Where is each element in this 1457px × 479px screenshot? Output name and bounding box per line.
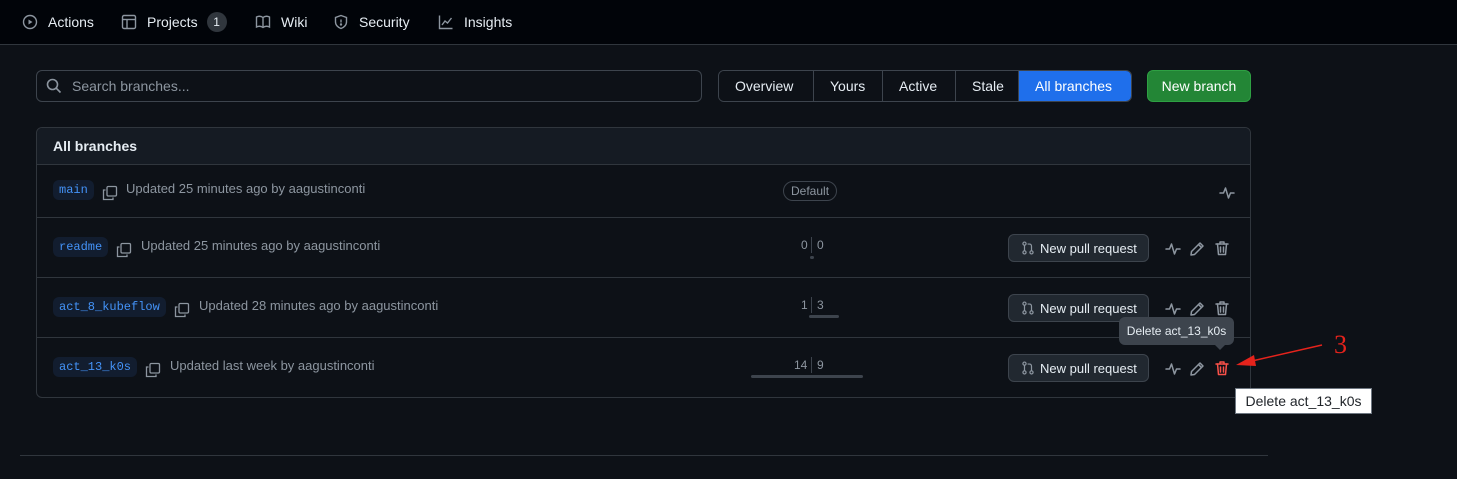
table-title: All branches bbox=[37, 128, 1250, 165]
table-row: readme Updated 25 minutes ago by aagusti… bbox=[37, 218, 1250, 278]
behind-count: 0 bbox=[801, 238, 808, 252]
nav-security[interactable]: Security bbox=[333, 11, 410, 33]
delete-branch-tooltip: Delete act_13_k0s bbox=[1119, 317, 1234, 350]
annotation-label: Delete act_13_k0s bbox=[1235, 388, 1372, 414]
ahead-behind-divider bbox=[811, 297, 812, 313]
nav-insights-label: Insights bbox=[464, 14, 513, 30]
table-row: act_13_k0s Updated last week by aagustin… bbox=[37, 338, 1250, 397]
branch-updated: Updated last week by aagustinconti bbox=[170, 358, 375, 373]
nav-security-label: Security bbox=[359, 14, 410, 30]
behind-count: 14 bbox=[794, 358, 808, 372]
table-row: main Updated 25 minutes ago by aagustinc… bbox=[37, 165, 1250, 218]
new-pull-request-label: New pull request bbox=[1040, 240, 1137, 256]
ahead-behind-bar bbox=[809, 315, 839, 318]
default-badge: Default bbox=[783, 181, 838, 201]
ahead-behind-bar bbox=[810, 256, 814, 259]
shield-icon bbox=[334, 14, 348, 30]
nav-projects[interactable]: Projects 1 bbox=[121, 11, 227, 33]
pencil-icon[interactable] bbox=[1189, 361, 1205, 377]
trash-icon[interactable] bbox=[1214, 240, 1230, 256]
nav-insights[interactable]: Insights bbox=[438, 11, 512, 33]
branch-filter-tabs: Overview Yours Active Stale All branches bbox=[718, 70, 1132, 102]
pulse-icon[interactable] bbox=[1165, 241, 1181, 257]
ahead-count: 9 bbox=[817, 358, 824, 372]
new-pull-request-label: New pull request bbox=[1040, 360, 1137, 376]
pulse-icon[interactable] bbox=[1219, 185, 1235, 201]
nav-wiki[interactable]: Wiki bbox=[255, 11, 307, 33]
table-row: act_8_kubeflow Updated 28 minutes ago by… bbox=[37, 278, 1250, 338]
nav-wiki-label: Wiki bbox=[281, 14, 308, 30]
behind-count: 1 bbox=[801, 298, 808, 312]
nav-actions-label: Actions bbox=[48, 14, 94, 30]
copy-icon[interactable] bbox=[116, 242, 132, 258]
tab-yours[interactable]: Yours bbox=[814, 71, 883, 101]
repo-nav: Actions Projects 1 Wiki Security Insight… bbox=[0, 0, 1457, 45]
ahead-count: 0 bbox=[817, 238, 824, 252]
tab-all-branches[interactable]: All branches bbox=[1019, 71, 1131, 101]
copy-icon[interactable] bbox=[102, 185, 118, 201]
ahead-behind-divider bbox=[811, 357, 812, 373]
branch-name-link[interactable]: act_8_kubeflow bbox=[53, 297, 166, 317]
git-pull-request-icon bbox=[1022, 241, 1034, 255]
graph-icon bbox=[438, 15, 453, 30]
ahead-count: 3 bbox=[817, 298, 824, 312]
play-icon bbox=[22, 14, 38, 30]
new-pull-request-label: New pull request bbox=[1040, 300, 1137, 316]
tab-active[interactable]: Active bbox=[883, 71, 956, 101]
new-pull-request-button[interactable]: New pull request bbox=[1008, 234, 1149, 262]
branches-table: All branches main Updated 25 minutes ago… bbox=[36, 127, 1251, 398]
branch-updated: Updated 28 minutes ago by aagustinconti bbox=[199, 298, 439, 313]
branch-search[interactable] bbox=[36, 70, 702, 102]
ahead-behind-divider bbox=[811, 237, 812, 253]
pencil-icon[interactable] bbox=[1189, 241, 1205, 257]
nav-projects-label: Projects bbox=[147, 14, 198, 30]
ahead-behind-bar bbox=[751, 375, 863, 378]
divider bbox=[20, 455, 1268, 456]
trash-icon[interactable] bbox=[1214, 360, 1230, 376]
branch-name-link[interactable]: main bbox=[53, 180, 94, 200]
branch-name-link[interactable]: act_13_k0s bbox=[53, 357, 138, 377]
search-icon bbox=[46, 78, 62, 94]
nav-actions[interactable]: Actions bbox=[22, 11, 94, 33]
git-pull-request-icon bbox=[1022, 361, 1034, 375]
tab-stale[interactable]: Stale bbox=[956, 71, 1019, 101]
new-branch-button[interactable]: New branch bbox=[1147, 70, 1251, 102]
pulse-icon[interactable] bbox=[1165, 301, 1181, 317]
branch-updated: Updated 25 minutes ago by aagustinconti bbox=[126, 181, 366, 196]
pulse-icon[interactable] bbox=[1165, 361, 1181, 377]
pencil-icon[interactable] bbox=[1189, 301, 1205, 317]
branch-name-link[interactable]: readme bbox=[53, 237, 109, 257]
branch-updated: Updated 25 minutes ago by aagustinconti bbox=[141, 238, 381, 253]
table-icon bbox=[121, 14, 137, 30]
copy-icon[interactable] bbox=[145, 362, 161, 378]
book-icon bbox=[255, 15, 271, 29]
tab-overview[interactable]: Overview bbox=[719, 71, 814, 101]
annotation-number: 3 bbox=[1334, 330, 1347, 359]
projects-counter: 1 bbox=[206, 12, 227, 32]
trash-icon[interactable] bbox=[1214, 300, 1230, 316]
new-pull-request-button[interactable]: New pull request bbox=[1008, 354, 1149, 382]
search-input[interactable] bbox=[70, 77, 701, 95]
git-pull-request-icon bbox=[1022, 301, 1034, 315]
copy-icon[interactable] bbox=[174, 302, 190, 318]
